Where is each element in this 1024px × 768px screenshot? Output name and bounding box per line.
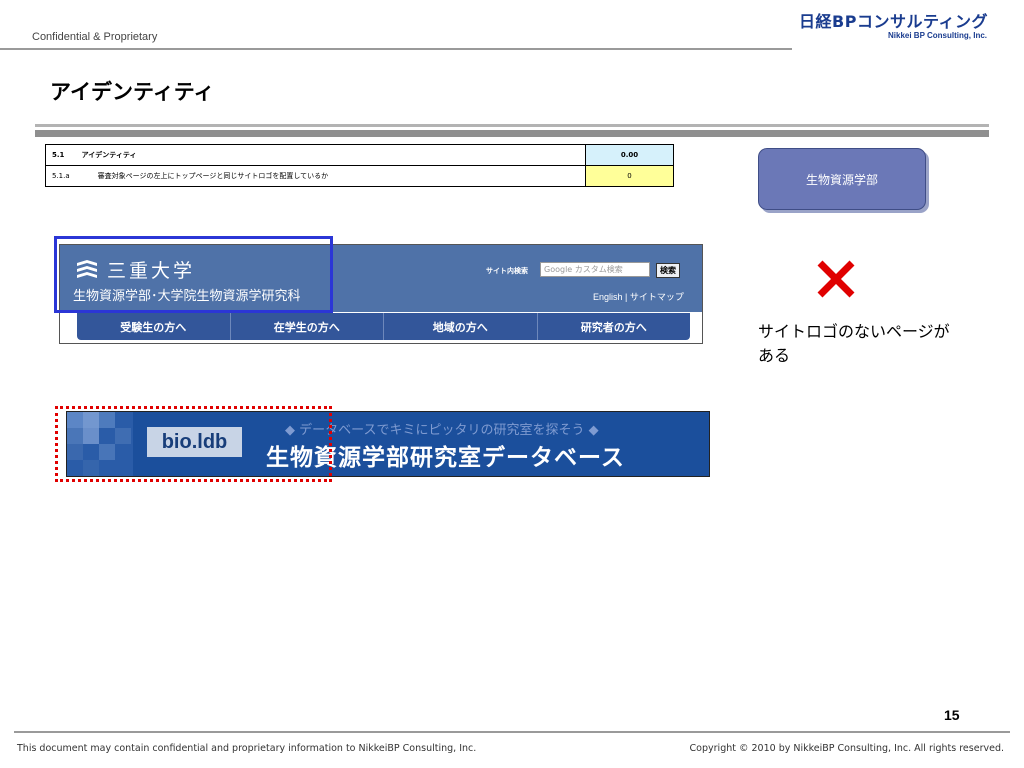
nav-item-applicants[interactable]: 受験生の方へ (77, 313, 231, 340)
finding-note: サイトロゴのないページがある (758, 322, 950, 365)
site-nav: 受験生の方へ 在学生の方へ 地域の方へ 研究者の方へ (77, 313, 690, 340)
brand-logo: 日経BPコンサルティング (799, 12, 988, 31)
criterion-number: 5.1.a (44, 165, 76, 187)
site-search-input[interactable]: Google カスタム検索 (540, 262, 650, 277)
footer-disclaimer: This document may contain confidential a… (17, 743, 477, 754)
missing-logo-frame (55, 406, 332, 482)
site-search-button[interactable]: 検索 (656, 263, 680, 278)
department-box: 生物資源学部 (758, 148, 926, 210)
nav-item-community[interactable]: 地域の方へ (384, 313, 538, 340)
criterion-score: 0 (585, 165, 674, 187)
header-links[interactable]: English | サイトマップ (593, 290, 684, 303)
page-number: 15 (944, 707, 960, 723)
table-row: 5.1.a 審査対象ページの左上にトップページと同じサイトロゴを配置しているか … (44, 165, 674, 187)
brand-logo-subtitle: Nikkei BP Consulting, Inc. (888, 31, 987, 40)
evaluation-table: 5.1 アイデンティティ 0.00 5.1.a 審査対象ページの左上にトップペー… (44, 144, 674, 187)
table-row: 5.1 アイデンティティ 0.00 (44, 144, 674, 166)
banner-tagline: ◆ データベースでキミにピッタリの研究室を探そう ◆ (285, 423, 599, 438)
title-band-thin (35, 124, 989, 127)
confidential-label: Confidential & Proprietary (32, 31, 158, 43)
footer-divider (14, 731, 1010, 733)
footer-copyright: Copyright © 2010 by NikkeiBP Consulting,… (689, 743, 1004, 754)
criterion-label: 審査対象ページの左上にトップページと同じサイトロゴを配置しているか (97, 172, 329, 180)
page-title: アイデンティティ (50, 80, 215, 104)
criterion-number: 5.1 (44, 144, 76, 166)
header-divider (0, 48, 792, 50)
site-search-label: サイト内検索 (486, 267, 528, 275)
logo-highlight-frame (54, 236, 333, 313)
criterion-score: 0.00 (585, 144, 674, 166)
cross-mark-icon (817, 260, 855, 298)
title-band-thick (35, 130, 989, 137)
nav-item-students[interactable]: 在学生の方へ (231, 313, 384, 340)
criterion-label-cell: 審査対象ページの左上にトップページと同じサイトロゴを配置しているか (75, 165, 586, 187)
nav-item-researchers[interactable]: 研究者の方へ (538, 313, 691, 340)
criterion-label: アイデンティティ (75, 144, 586, 166)
